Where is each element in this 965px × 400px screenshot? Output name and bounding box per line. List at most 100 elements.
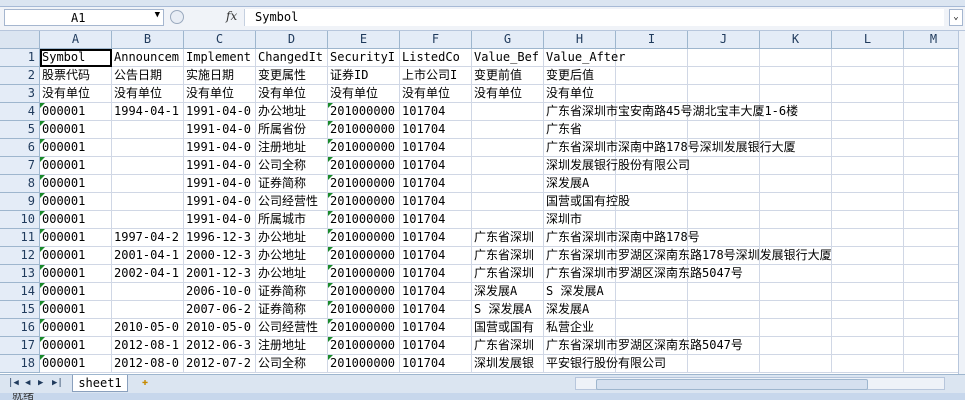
cell-m12[interactable] (904, 247, 964, 265)
row-header[interactable]: 11 (0, 229, 40, 247)
cell-l10[interactable] (832, 211, 904, 229)
cell-e2[interactable]: 证券ID (328, 67, 400, 85)
cell-j9[interactable] (688, 193, 760, 211)
cell-b10[interactable] (112, 211, 184, 229)
cell-h14[interactable]: S 深发展A (544, 283, 616, 301)
cell-f13[interactable]: 101704 (400, 265, 472, 283)
cell-d11[interactable]: 办公地址 (256, 229, 328, 247)
cell-d8[interactable]: 证券简称 (256, 175, 328, 193)
cell-k8[interactable] (760, 175, 832, 193)
cell-k2[interactable] (760, 67, 832, 85)
cell-c12[interactable]: 2000-12-3 (184, 247, 256, 265)
cell-f2[interactable]: 上市公司I (400, 67, 472, 85)
cell-d14[interactable]: 证券简称 (256, 283, 328, 301)
cell-d3[interactable]: 没有单位 (256, 85, 328, 103)
cell-b6[interactable] (112, 139, 184, 157)
cell-e15[interactable]: 201000000 (328, 301, 400, 319)
cell-h6[interactable]: 广东省深圳市深南中路178号深圳发展银行大厦 (544, 139, 796, 157)
cell-m2[interactable] (904, 67, 964, 85)
cell-e12[interactable]: 201000000 (328, 247, 400, 265)
cell-b13[interactable]: 2002-04-1 (112, 265, 184, 283)
cell-b11[interactable]: 1997-04-2 (112, 229, 184, 247)
cell-e11[interactable]: 201000000 (328, 229, 400, 247)
cell-m11[interactable] (904, 229, 964, 247)
cell-i5[interactable] (616, 121, 688, 139)
vertical-scrollbar[interactable] (958, 31, 965, 374)
cell-a8[interactable]: 000001 (40, 175, 112, 193)
cell-k13[interactable] (760, 265, 832, 283)
cell-j10[interactable] (688, 211, 760, 229)
cell-g8[interactable] (472, 175, 544, 193)
cell-h2[interactable]: 变更后值 (544, 67, 616, 85)
cell-j5[interactable] (688, 121, 760, 139)
cell-j16[interactable] (688, 319, 760, 337)
cell-h15[interactable]: 深发展A (544, 301, 616, 319)
cell-l2[interactable] (832, 67, 904, 85)
column-header-f[interactable]: F (400, 31, 472, 49)
row-header[interactable]: 14 (0, 283, 40, 301)
row-header[interactable]: 15 (0, 301, 40, 319)
column-header-m[interactable]: M (904, 31, 964, 49)
row-header[interactable]: 1 (0, 49, 40, 67)
cell-l11[interactable] (832, 229, 904, 247)
cell-l17[interactable] (832, 337, 904, 355)
cell-d12[interactable]: 办公地址 (256, 247, 328, 265)
cell-e1[interactable]: SecurityI (328, 49, 400, 67)
cell-e6[interactable]: 201000000 (328, 139, 400, 157)
row-header[interactable]: 16 (0, 319, 40, 337)
cell-e8[interactable]: 201000000 (328, 175, 400, 193)
cell-g7[interactable] (472, 157, 544, 175)
cell-m1[interactable] (904, 49, 964, 67)
cell-b9[interactable] (112, 193, 184, 211)
cell-h5[interactable]: 广东省 (544, 121, 616, 139)
cell-h16[interactable]: 私营企业 (544, 319, 616, 337)
cell-l15[interactable] (832, 301, 904, 319)
cell-e17[interactable]: 201000000 (328, 337, 400, 355)
cell-c8[interactable]: 1991-04-0 (184, 175, 256, 193)
cell-f3[interactable]: 没有单位 (400, 85, 472, 103)
cell-b18[interactable]: 2012-08-0 (112, 355, 184, 373)
cell-k3[interactable] (760, 85, 832, 103)
cell-l12[interactable] (832, 247, 904, 265)
cell-m7[interactable] (904, 157, 964, 175)
cell-j2[interactable] (688, 67, 760, 85)
cell-b15[interactable] (112, 301, 184, 319)
cell-a1[interactable]: Symbol (40, 49, 112, 67)
row-header[interactable]: 9 (0, 193, 40, 211)
cell-a12[interactable]: 000001 (40, 247, 112, 265)
cell-g1[interactable]: Value_Bef (472, 49, 544, 67)
cell-g9[interactable] (472, 193, 544, 211)
next-sheet-icon[interactable]: ▶ (38, 378, 43, 388)
cell-g18[interactable]: 深圳发展银 (472, 355, 544, 373)
cell-h7[interactable]: 深圳发展银行股份有限公司 (544, 157, 690, 175)
first-sheet-icon[interactable]: |◀ (8, 378, 19, 388)
select-all-corner[interactable] (0, 31, 40, 49)
cell-m9[interactable] (904, 193, 964, 211)
cell-i14[interactable] (616, 283, 688, 301)
cell-d10[interactable]: 所属城市 (256, 211, 328, 229)
cell-b4[interactable]: 1994-04-1 (112, 103, 184, 121)
cell-c13[interactable]: 2001-12-3 (184, 265, 256, 283)
horizontal-scroll-thumb[interactable] (596, 379, 868, 390)
cell-f15[interactable]: 101704 (400, 301, 472, 319)
cell-g16[interactable]: 国营或国有 (472, 319, 544, 337)
cell-b12[interactable]: 2001-04-1 (112, 247, 184, 265)
cell-c7[interactable]: 1991-04-0 (184, 157, 256, 175)
cell-a6[interactable]: 000001 (40, 139, 112, 157)
cell-j18[interactable] (688, 355, 760, 373)
cell-f7[interactable]: 101704 (400, 157, 472, 175)
column-header-d[interactable]: D (256, 31, 328, 49)
cell-m16[interactable] (904, 319, 964, 337)
cell-a13[interactable]: 000001 (40, 265, 112, 283)
row-header[interactable]: 18 (0, 355, 40, 373)
cell-i15[interactable] (616, 301, 688, 319)
cell-j14[interactable] (688, 283, 760, 301)
cell-d17[interactable]: 注册地址 (256, 337, 328, 355)
cell-i1[interactable] (616, 49, 688, 67)
column-header-h[interactable]: H (544, 31, 616, 49)
column-header-l[interactable]: L (832, 31, 904, 49)
chevron-down-icon[interactable]: ▼ (155, 10, 160, 20)
cell-d16[interactable]: 公司经营性 (256, 319, 328, 337)
cell-c16[interactable]: 2010-05-0 (184, 319, 256, 337)
column-header-g[interactable]: G (472, 31, 544, 49)
